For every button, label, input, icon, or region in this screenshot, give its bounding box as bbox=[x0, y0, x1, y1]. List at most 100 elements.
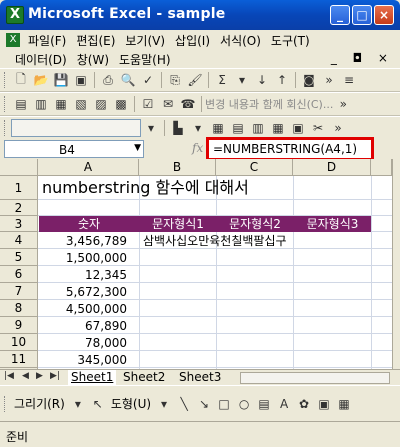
insert-function-icon[interactable]: fx bbox=[192, 141, 203, 155]
cell-c3[interactable]: 문자형식2 bbox=[217, 216, 293, 232]
menu-help[interactable]: 도움말(H) bbox=[114, 51, 176, 68]
workbook-window-controls[interactable]: _ ◘ × bbox=[331, 51, 394, 65]
cell-a5[interactable]: 1,500,000 bbox=[39, 250, 127, 266]
first-sheet-icon[interactable]: |◀ bbox=[4, 371, 14, 381]
sort-descending-icon[interactable]: ↑ bbox=[273, 71, 291, 89]
toolbar-grip[interactable] bbox=[4, 395, 7, 412]
show-all-comments-icon[interactable]: ▨ bbox=[92, 95, 110, 113]
picture-icon[interactable]: ▦ bbox=[335, 395, 353, 413]
tools-icon[interactable]: ✂ bbox=[309, 119, 327, 137]
menu-insert[interactable]: 삽입(I) bbox=[170, 32, 215, 49]
toolbar-grip[interactable] bbox=[4, 72, 7, 88]
cell-a4[interactable]: 3,456,789 bbox=[39, 233, 127, 249]
row-header-1[interactable]: 1 bbox=[0, 176, 38, 200]
cell-a8[interactable]: 4,500,000 bbox=[39, 301, 127, 317]
dropdown-icon[interactable]: ▾ bbox=[189, 119, 207, 137]
wordart-icon[interactable]: A bbox=[275, 395, 293, 413]
oval-icon[interactable]: ○ bbox=[235, 395, 253, 413]
toolbar-grip[interactable] bbox=[4, 96, 7, 112]
dropdown-icon[interactable]: ▾ bbox=[155, 395, 173, 413]
previous-comment-icon[interactable]: ▥ bbox=[32, 95, 50, 113]
mail-recipient-icon[interactable]: ☎ bbox=[179, 95, 197, 113]
tab-sheet3[interactable]: Sheet3 bbox=[176, 370, 225, 386]
row-header-11[interactable]: 11 bbox=[0, 351, 38, 368]
chart-icon[interactable]: ▙ bbox=[169, 119, 187, 137]
table-icon[interactable]: ▤ bbox=[229, 119, 247, 137]
column-header-b[interactable]: B bbox=[139, 159, 216, 176]
reply-with-changes[interactable]: 변경 내용과 함께 회신(C)... bbox=[205, 96, 333, 112]
save-icon[interactable]: 💾 bbox=[52, 71, 70, 89]
menu-format[interactable]: 서식(O) bbox=[215, 32, 266, 49]
row-header-9[interactable]: 9 bbox=[0, 317, 38, 334]
row-header-4[interactable]: 4 bbox=[0, 232, 38, 249]
menu-tools[interactable]: 도구(T) bbox=[266, 32, 315, 49]
cell-a3[interactable]: 숫자 bbox=[39, 216, 139, 232]
clipart-icon[interactable]: ▣ bbox=[315, 395, 333, 413]
diagram-icon[interactable]: ✿ bbox=[295, 395, 313, 413]
dropdown-icon[interactable]: ▾ bbox=[69, 395, 87, 413]
cell-a11[interactable]: 345,000 bbox=[39, 352, 127, 368]
tab-sheet2[interactable]: Sheet2 bbox=[120, 370, 169, 386]
menu-edit[interactable]: 편집(E) bbox=[71, 32, 120, 49]
maximize-button[interactable]: □ bbox=[352, 5, 372, 25]
cell-a1[interactable]: numberstring 함수에 대해서 bbox=[42, 178, 249, 198]
arrow-icon[interactable]: ↘ bbox=[195, 395, 213, 413]
copy-icon[interactable]: ⎘ bbox=[166, 71, 184, 89]
column-header-d[interactable]: D bbox=[293, 159, 371, 176]
print-preview-icon[interactable]: 🔍 bbox=[119, 71, 137, 89]
minimize-button[interactable]: _ bbox=[330, 5, 350, 25]
textbox-icon[interactable]: ▤ bbox=[255, 395, 273, 413]
delete-comment-icon[interactable]: ▩ bbox=[112, 95, 130, 113]
menu-file[interactable]: 파일(F) bbox=[23, 32, 71, 49]
open-icon[interactable]: 📂 bbox=[32, 71, 50, 89]
toolbar-options-icon[interactable]: » bbox=[334, 95, 352, 113]
name-box[interactable]: B4 ▼ bbox=[4, 140, 144, 158]
menu-data[interactable]: 데이터(D) bbox=[10, 51, 72, 68]
menu-window[interactable]: 창(W) bbox=[72, 51, 114, 68]
spelling-icon[interactable]: ✓ bbox=[139, 71, 157, 89]
worksheet-grid[interactable]: A B C D 1 2 3 4 5 6 7 8 9 10 11 12 numbe… bbox=[0, 159, 392, 369]
cell-a10[interactable]: 78,000 bbox=[39, 335, 127, 351]
cell-d3[interactable]: 문자형식3 bbox=[294, 216, 371, 232]
sort-ascending-icon[interactable]: ↓ bbox=[253, 71, 271, 89]
cell-a9[interactable]: 67,890 bbox=[39, 318, 127, 334]
format-painter-icon[interactable]: 🖌 bbox=[186, 71, 204, 89]
row-header-10[interactable]: 10 bbox=[0, 334, 38, 351]
menu-view[interactable]: 보기(V) bbox=[120, 32, 170, 49]
show-comment-icon[interactable]: ▧ bbox=[72, 95, 90, 113]
next-sheet-icon[interactable]: ▶ bbox=[36, 371, 43, 381]
cell-b3[interactable]: 문자형식1 bbox=[140, 216, 216, 232]
align-icon[interactable]: ≡ bbox=[340, 71, 358, 89]
last-sheet-icon[interactable]: ▶| bbox=[50, 371, 60, 381]
row-header-8[interactable]: 8 bbox=[0, 300, 38, 317]
column-header-e[interactable] bbox=[371, 159, 392, 176]
send-icon[interactable]: ✉ bbox=[159, 95, 177, 113]
close-button[interactable]: × bbox=[374, 5, 394, 25]
autoshapes-menu-button[interactable]: 도형(U) bbox=[111, 395, 151, 412]
column-header-a[interactable]: A bbox=[38, 159, 139, 176]
horizontal-scrollbar[interactable] bbox=[240, 372, 390, 384]
select-all-button[interactable] bbox=[0, 159, 38, 176]
new-comment-icon[interactable]: ▤ bbox=[12, 95, 30, 113]
autosum-dropdown-icon[interactable]: ▾ bbox=[233, 71, 251, 89]
borders-icon[interactable]: ▦ bbox=[209, 119, 227, 137]
prev-sheet-icon[interactable]: ◀ bbox=[22, 371, 29, 381]
pivot-icon[interactable]: ▥ bbox=[249, 119, 267, 137]
next-comment-icon[interactable]: ▦ bbox=[52, 95, 70, 113]
cell-a6[interactable]: 12,345 bbox=[39, 267, 127, 283]
row-header-3[interactable]: 3 bbox=[0, 216, 38, 232]
formula-input[interactable]: =NUMBERSTRING(A4,1) bbox=[206, 137, 374, 161]
autosum-icon[interactable]: Σ bbox=[213, 71, 231, 89]
toolbar-options-icon[interactable]: » bbox=[329, 119, 347, 137]
toolbar-grip[interactable] bbox=[4, 120, 7, 136]
line-icon[interactable]: ╲ bbox=[175, 395, 193, 413]
calc-icon[interactable]: ▣ bbox=[289, 119, 307, 137]
dropdown-icon[interactable]: ▾ bbox=[142, 119, 160, 137]
tab-sheet1[interactable]: Sheet1 bbox=[68, 370, 117, 386]
row-header-6[interactable]: 6 bbox=[0, 266, 38, 283]
track-changes-icon[interactable]: ☑ bbox=[139, 95, 157, 113]
select-objects-icon[interactable]: ↖ bbox=[89, 395, 107, 413]
font-combo[interactable] bbox=[11, 119, 141, 137]
cell-b4[interactable]: 삼백사십오만육천칠백팔십구 bbox=[143, 233, 287, 249]
toolbar-options-icon[interactable]: » bbox=[320, 71, 338, 89]
